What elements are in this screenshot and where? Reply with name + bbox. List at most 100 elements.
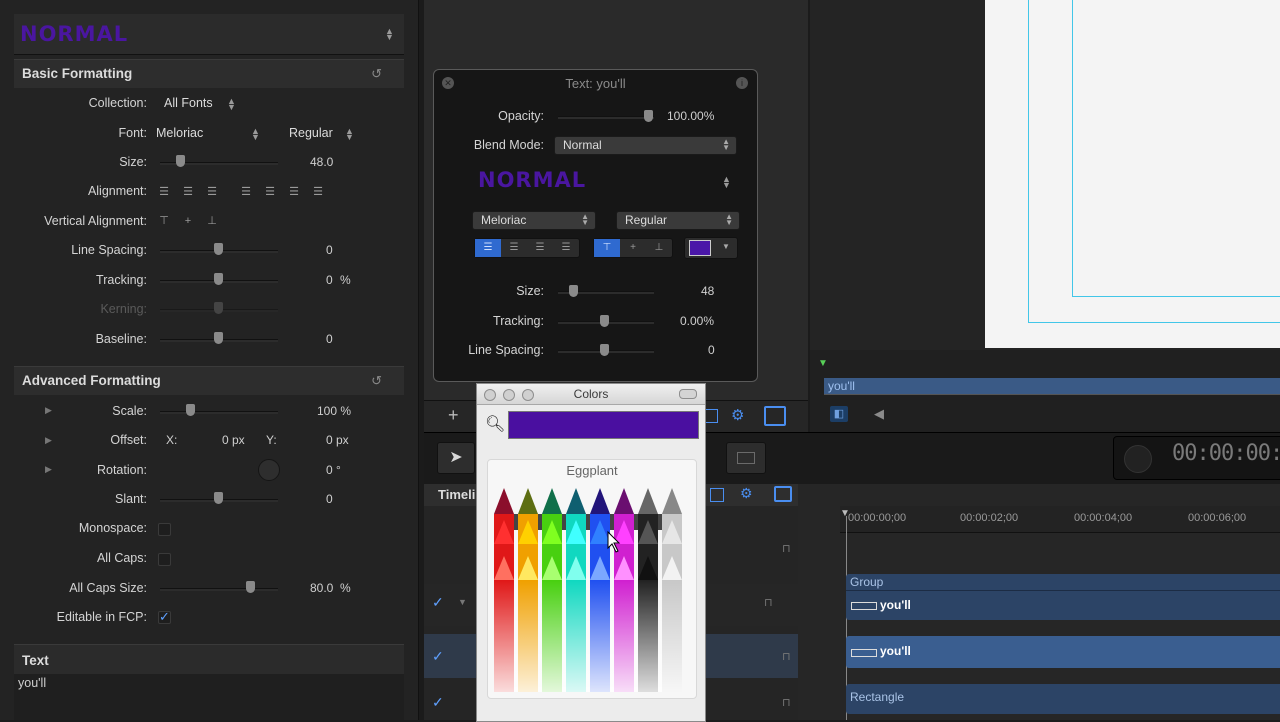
all-caps-size-knob[interactable] bbox=[246, 581, 255, 593]
hud-blend-popup[interactable]: Normal ▲ ▼ bbox=[554, 136, 737, 155]
reset-icon[interactable]: ↺ bbox=[371, 373, 382, 389]
rectangle-clip[interactable]: Rectangle bbox=[846, 684, 1280, 714]
scale-value[interactable]: 100 % bbox=[317, 404, 351, 418]
valign-bottom-icon[interactable]: ⊥ bbox=[200, 213, 224, 229]
gear-icon[interactable]: ⚙ bbox=[731, 406, 744, 424]
justify-icon[interactable]: ☰ bbox=[553, 239, 579, 257]
hud-preset-popup[interactable]: NORMAL ▲ ▼ bbox=[472, 166, 736, 200]
hud-size-knob[interactable] bbox=[569, 285, 578, 297]
gear-icon[interactable]: ⚙ bbox=[740, 485, 753, 502]
hud-opacity-knob[interactable] bbox=[644, 110, 653, 122]
align-right-icon[interactable]: ☰ bbox=[200, 184, 224, 200]
slant-value[interactable]: 0 bbox=[326, 492, 333, 506]
scale-knob[interactable] bbox=[186, 404, 195, 416]
view-toggle-button[interactable] bbox=[726, 442, 766, 474]
enable-checkbox[interactable]: ✓ bbox=[432, 648, 444, 665]
layers-icon[interactable] bbox=[764, 406, 786, 426]
justify-left-icon[interactable]: ☰ bbox=[234, 184, 258, 200]
all-caps-size-slider[interactable] bbox=[160, 588, 278, 591]
all-caps-checkbox[interactable] bbox=[158, 553, 171, 566]
magnifier-icon[interactable]: 🔍︎ bbox=[485, 414, 505, 434]
align-center-icon[interactable]: ☰ bbox=[501, 239, 527, 257]
add-button[interactable]: + bbox=[448, 405, 459, 426]
playhead-marker-icon[interactable]: ▼ bbox=[818, 358, 828, 370]
toolbar-toggle-button[interactable] bbox=[679, 389, 697, 399]
align-center-icon[interactable]: ☰ bbox=[176, 184, 200, 200]
size-value[interactable]: 48.0 bbox=[310, 155, 333, 169]
hud-info-button[interactable]: i bbox=[736, 77, 748, 89]
chevron-down-icon[interactable]: ▼ bbox=[722, 242, 730, 251]
text-content-field[interactable]: you'll bbox=[14, 674, 404, 720]
size-slider-knob[interactable] bbox=[176, 155, 185, 167]
reset-icon[interactable]: ↺ bbox=[371, 66, 382, 82]
timeline-ruler[interactable]: ▼ 00:00:00;00 00:00:02;00 00:00:04;00 00… bbox=[840, 506, 1280, 533]
select-tool-button[interactable]: ➤ bbox=[437, 442, 475, 474]
tracking-value[interactable]: 0 bbox=[326, 273, 333, 287]
justify-full-icon[interactable]: ☰ bbox=[306, 184, 330, 200]
lock-icon[interactable]: ⊓ bbox=[782, 542, 791, 555]
hud-font-popup[interactable]: Meloriac ▲ ▼ bbox=[472, 211, 596, 230]
rotation-dial[interactable] bbox=[258, 459, 280, 481]
justify-right-icon[interactable]: ☰ bbox=[282, 184, 306, 200]
disclosure-triangle-icon[interactable]: ▼ bbox=[458, 597, 467, 607]
grid-icon[interactable] bbox=[710, 488, 724, 502]
lock-icon[interactable]: ⊓ bbox=[764, 596, 773, 609]
monospace-checkbox[interactable] bbox=[158, 523, 171, 536]
slant-knob[interactable] bbox=[214, 492, 223, 504]
tracking-knob[interactable] bbox=[214, 273, 223, 285]
grid-icon[interactable] bbox=[704, 409, 718, 423]
editable-in-fcp-checkbox[interactable]: ✓ bbox=[158, 609, 171, 624]
alignment-segmented[interactable]: ☰ ☰ ☰ ☰ ☰ ☰ ☰ bbox=[152, 184, 330, 200]
audio-speaker-icon[interactable]: ◀ bbox=[874, 406, 884, 422]
align-left-icon[interactable]: ☰ bbox=[152, 184, 176, 200]
hud-color-swatch[interactable] bbox=[689, 240, 711, 256]
lock-icon[interactable]: ⊓ bbox=[782, 696, 791, 709]
preset-popup[interactable]: NORMAL ▲ ▼ bbox=[14, 14, 404, 55]
justify-center-icon[interactable]: ☰ bbox=[258, 184, 282, 200]
hud-valign-segmented[interactable]: ⊤ + ⊥ bbox=[593, 238, 673, 258]
hud-opacity-slider[interactable] bbox=[558, 116, 654, 119]
hud-line-spacing-value[interactable]: 0 bbox=[708, 343, 715, 357]
timing-pane-icon[interactable]: ◧ bbox=[830, 406, 848, 422]
align-right-icon[interactable]: ☰ bbox=[527, 239, 553, 257]
advanced-formatting-header[interactable]: Advanced Formatting ↺ bbox=[14, 366, 404, 395]
offset-y-value[interactable]: 0 px bbox=[326, 433, 349, 447]
offset-x-value[interactable]: 0 px bbox=[222, 433, 245, 447]
vertical-alignment-segmented[interactable]: ⊤ + ⊥ bbox=[152, 213, 224, 229]
selected-color-well[interactable] bbox=[508, 411, 699, 439]
valign-top-icon[interactable]: ⊤ bbox=[594, 239, 620, 257]
rotation-value[interactable]: 0 ° bbox=[326, 463, 341, 477]
valign-bottom-icon[interactable]: ⊥ bbox=[646, 239, 672, 257]
hud-alignment-segmented[interactable]: ☰ ☰ ☰ ☰ bbox=[474, 238, 580, 258]
valign-top-icon[interactable]: ⊤ bbox=[152, 213, 176, 229]
line-spacing-knob[interactable] bbox=[214, 243, 223, 255]
hud-tracking-knob[interactable] bbox=[600, 315, 609, 327]
crayons-picker[interactable] bbox=[490, 484, 694, 696]
hud-opacity-value[interactable]: 100.00% bbox=[667, 109, 714, 123]
scale-slider[interactable] bbox=[160, 411, 278, 414]
hud-size-value[interactable]: 48 bbox=[701, 284, 714, 298]
basic-formatting-header[interactable]: Basic Formatting ↺ bbox=[14, 59, 404, 88]
hud-tracking-value[interactable]: 0.00% bbox=[680, 314, 714, 328]
text-clip[interactable]: you'll bbox=[846, 636, 1280, 668]
enable-checkbox[interactable]: ✓ bbox=[432, 694, 444, 711]
align-left-icon[interactable]: ☰ bbox=[475, 239, 501, 257]
enable-checkbox[interactable]: ✓ bbox=[432, 594, 444, 611]
hud-style-popup[interactable]: Regular ▲ ▼ bbox=[616, 211, 740, 230]
baseline-value[interactable]: 0 bbox=[326, 332, 333, 346]
valign-middle-icon[interactable]: + bbox=[620, 239, 646, 257]
collection-popup[interactable]: All Fonts ▲ ▼ bbox=[164, 96, 244, 112]
crayon-rows[interactable] bbox=[494, 488, 682, 692]
font-popup[interactable]: Meloriac ▲ ▼ bbox=[156, 126, 260, 142]
hud-color-well[interactable]: ▼ bbox=[684, 237, 738, 259]
group-clip[interactable]: Group you'll bbox=[846, 574, 1280, 620]
valign-middle-icon[interactable]: + bbox=[176, 213, 200, 229]
layers-icon[interactable] bbox=[774, 486, 792, 502]
line-spacing-value[interactable]: 0 bbox=[326, 243, 333, 257]
hud-line-spacing-knob[interactable] bbox=[600, 344, 609, 356]
all-caps-size-value[interactable]: 80.0 bbox=[310, 581, 333, 595]
mini-clip-bar[interactable]: you'll bbox=[824, 378, 1280, 394]
baseline-knob[interactable] bbox=[214, 332, 223, 344]
font-style-popup[interactable]: Regular ▲ ▼ bbox=[289, 126, 355, 142]
lock-icon[interactable]: ⊓ bbox=[782, 650, 791, 663]
